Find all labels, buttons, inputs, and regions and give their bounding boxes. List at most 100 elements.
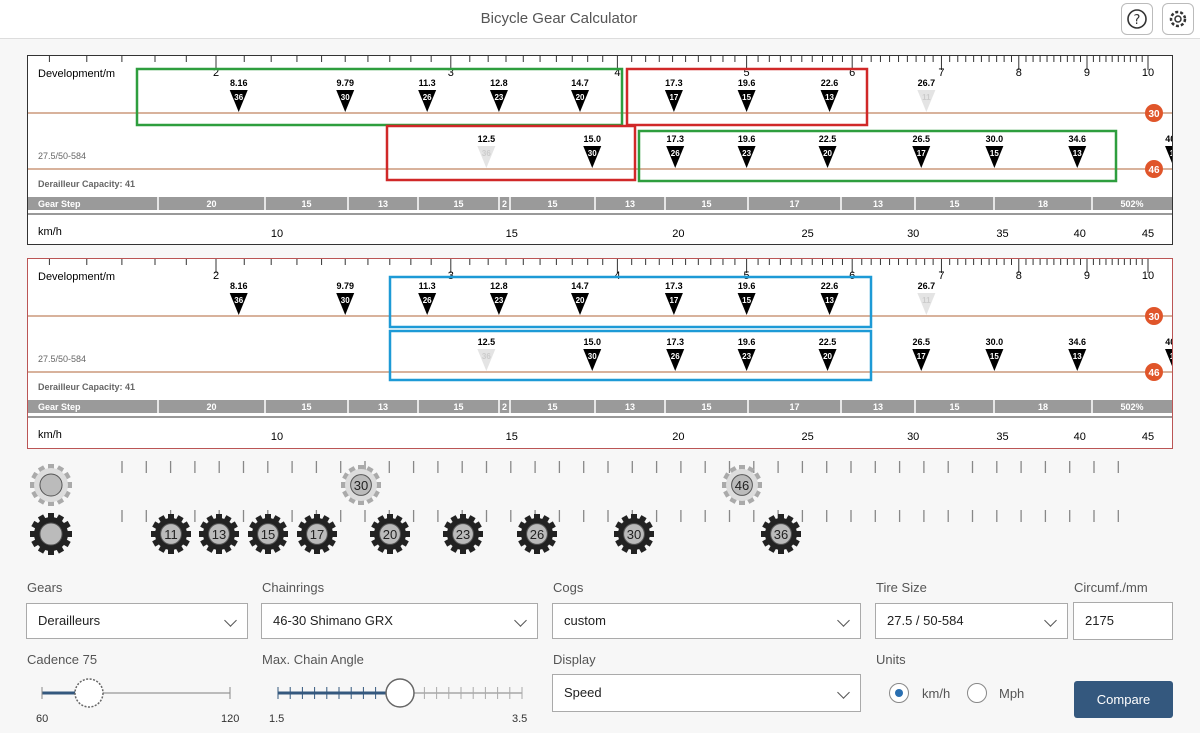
cadence-min: 60 [36, 713, 49, 725]
cog-icon[interactable]: 11 [151, 514, 191, 554]
radio-kmh[interactable] [889, 683, 909, 703]
slider-handle[interactable] [385, 678, 415, 708]
gear-value-label: 22.5 [819, 134, 837, 144]
chain-angle-slider[interactable] [270, 678, 530, 710]
gear-cog-label: 11 [1170, 352, 1172, 361]
gear-value-label: 40.9 [1165, 337, 1172, 347]
cog-label: 17 [310, 527, 324, 542]
gear-cog-label: 13 [825, 296, 834, 305]
speed-tick-label: 35 [996, 228, 1008, 240]
gear-value-label: 26.7 [918, 78, 936, 88]
cog-icon[interactable]: 46 [722, 465, 762, 505]
speed-tick-label: 10 [271, 431, 283, 443]
gear-step-value: 15 [701, 199, 711, 209]
gear-step-value: 13 [378, 199, 388, 209]
cog-icon[interactable]: 30 [341, 465, 381, 505]
gear-step-value: 13 [873, 199, 883, 209]
cog-icon[interactable]: 17 [297, 514, 337, 554]
gear-cog-label: 15 [990, 149, 999, 158]
cog-icon[interactable] [30, 513, 72, 555]
gear-step-value: 2 [502, 402, 507, 412]
cog-icon[interactable]: 13 [199, 514, 239, 554]
speed-tick-label: 40 [1074, 228, 1086, 240]
gear-value-label: 17.3 [665, 281, 683, 291]
gears-select[interactable]: Derailleurs [26, 603, 248, 639]
dev-tick-label: 10 [1142, 67, 1154, 79]
settings-button[interactable] [1162, 3, 1194, 35]
tire-size-label: Tire Size [876, 580, 927, 595]
cog-icon[interactable]: 26 [517, 514, 557, 554]
gear-value-label: 14.7 [571, 78, 589, 88]
gear-step-value: 15 [547, 402, 557, 412]
gear-cog-label: 26 [423, 93, 432, 102]
cog-label: 36 [774, 527, 788, 542]
chainrings-value: 46-30 Shimano GRX [273, 613, 393, 628]
gear-value-label: 9.79 [336, 281, 354, 291]
gear-step-value: 15 [301, 402, 311, 412]
highlight-box-blue [388, 275, 873, 329]
chain-angle-max: 3.5 [512, 713, 528, 725]
gear-cog-label: 30 [341, 93, 350, 102]
gear-step-label: Gear Step [38, 199, 81, 209]
display-select[interactable]: Speed [552, 674, 861, 712]
cog-label: 26 [530, 527, 544, 542]
display-value: Speed [564, 685, 602, 700]
gear-cog-label: 30 [588, 352, 597, 361]
gear-step-value: 15 [453, 402, 463, 412]
speed-tick-label: 20 [672, 228, 684, 240]
tire-size-select[interactable]: 27.5 / 50-584 [875, 603, 1068, 639]
gear-step-value: 15 [701, 402, 711, 412]
gear-cog-label: 23 [494, 93, 503, 102]
gear-value-label: 26.5 [912, 134, 930, 144]
cadence-slider[interactable] [30, 678, 240, 710]
cog-icon[interactable]: 15 [248, 514, 288, 554]
gear-value-label: 26.7 [918, 281, 936, 291]
compare-button[interactable]: Compare [1074, 681, 1173, 718]
gear-cog-label: 15 [990, 352, 999, 361]
circumference-input[interactable]: 2175 [1073, 602, 1173, 640]
cog-icon[interactable]: 30 [614, 514, 654, 554]
speed-tick-label: 30 [907, 431, 919, 443]
gear-step-value: 15 [547, 199, 557, 209]
radio-mph[interactable] [967, 683, 987, 703]
gear-step-value: 2 [502, 199, 507, 209]
gear-value-label: 19.6 [738, 337, 756, 347]
gear-value-label: 12.8 [490, 281, 508, 291]
cog-icon[interactable]: 36 [761, 514, 801, 554]
chevron-down-icon [1044, 614, 1057, 627]
cog-icon[interactable]: 23 [443, 514, 483, 554]
gear-chart-bottom: 2 3 4 5 6 7 8 9 10 Development/m 30 46 27.5/50-584 De… [27, 258, 1173, 449]
speed-tick-label: 10 [271, 228, 283, 240]
slider-handle[interactable] [74, 678, 104, 708]
chevron-down-icon [837, 686, 850, 699]
speed-tick-label: 45 [1142, 228, 1154, 240]
gear-visual: 30 46 11 13 15 17 20 23 26 30 36 [30, 461, 1119, 555]
cog-label: 11 [164, 527, 178, 542]
gear-value-label: 17.3 [666, 337, 684, 347]
gear-cog-label: 36 [234, 296, 243, 305]
gear-cog-label: 26 [671, 149, 680, 158]
chainrings-select[interactable]: 46-30 Shimano GRX [261, 603, 538, 639]
gear-step-value: 502% [1120, 199, 1143, 209]
dev-tick-label: 9 [1084, 67, 1090, 79]
cog-icon[interactable]: 20 [370, 514, 410, 554]
chainring-badge-label: 46 [1148, 368, 1160, 379]
chainrings-label: Chainrings [262, 580, 325, 595]
cog-icon[interactable] [30, 464, 72, 506]
gear-cog-label: 11 [922, 93, 931, 102]
speed-unit-label: km/h [38, 429, 62, 441]
help-button[interactable]: ? [1121, 3, 1153, 35]
gear-cog-label: 20 [576, 296, 585, 305]
derailleur-capacity-label: Derailleur Capacity: 41 [38, 382, 135, 392]
cogs-select[interactable]: custom [552, 603, 861, 639]
display-label: Display [553, 652, 596, 667]
highlight-box-green [135, 67, 624, 127]
gear-value-label: 14.7 [571, 281, 589, 291]
gear-value-label: 19.6 [738, 134, 756, 144]
development-label: Development/m [38, 68, 115, 80]
chevron-down-icon [514, 614, 527, 627]
gear-cog-label: 17 [669, 296, 678, 305]
chevron-down-icon [224, 614, 237, 627]
chainring-badge-label: 46 [1148, 165, 1160, 176]
gear-cog-label: 20 [576, 93, 585, 102]
